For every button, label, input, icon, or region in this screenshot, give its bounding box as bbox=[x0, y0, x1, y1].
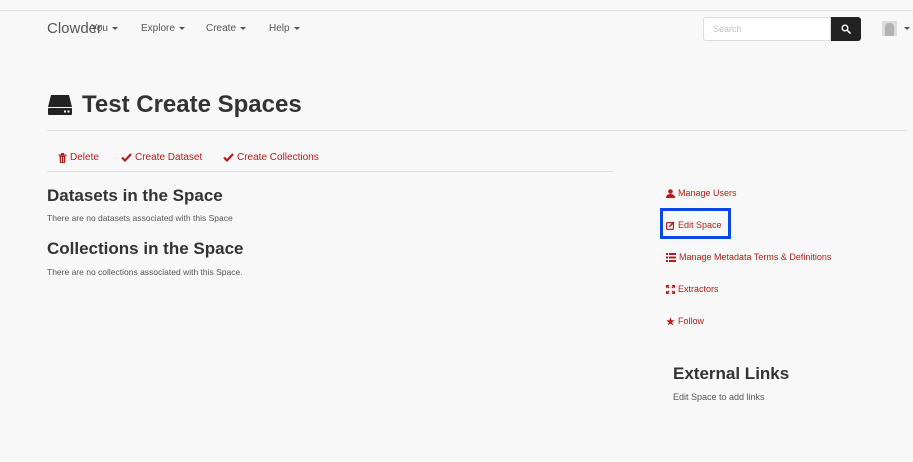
star-icon bbox=[666, 316, 675, 325]
trash-icon bbox=[58, 152, 67, 163]
nav-menu-help[interactable]: Help bbox=[269, 23, 300, 34]
user-icon bbox=[666, 188, 675, 198]
nav-menu-explore-label: Explore bbox=[141, 23, 175, 34]
collections-empty-text: There are no collections associated with… bbox=[47, 267, 243, 277]
external-links-text: Edit Space to add links bbox=[673, 392, 765, 402]
extractors-link[interactable]: Extractors bbox=[666, 284, 719, 294]
top-navbar: Clowder You Explore Create Help bbox=[0, 10, 913, 47]
edit-space-link[interactable]: Edit Space bbox=[666, 220, 722, 230]
list-icon bbox=[666, 252, 676, 262]
divider bbox=[47, 130, 907, 131]
page-title: Test Create Spaces bbox=[82, 91, 302, 118]
search-icon bbox=[841, 24, 851, 34]
delete-button-label: Delete bbox=[70, 152, 99, 163]
create-collections-button[interactable]: Create Collections bbox=[223, 152, 319, 163]
create-collections-label: Create Collections bbox=[237, 152, 319, 163]
check-icon bbox=[121, 153, 132, 162]
hard-drive-icon bbox=[48, 95, 72, 115]
manage-users-link[interactable]: Manage Users bbox=[666, 188, 737, 198]
create-dataset-label: Create Dataset bbox=[135, 152, 203, 163]
edit-icon bbox=[666, 220, 675, 230]
nav-menu-create[interactable]: Create bbox=[206, 23, 247, 34]
manage-metadata-link[interactable]: Manage Metadata Terms & Definitions bbox=[666, 252, 831, 262]
delete-button[interactable]: Delete bbox=[58, 152, 99, 163]
chevron-down-icon bbox=[178, 26, 185, 30]
user-icon bbox=[885, 23, 894, 36]
nav-menu-create-label: Create bbox=[206, 23, 237, 34]
follow-button[interactable]: Follow bbox=[666, 316, 704, 326]
chevron-down-icon bbox=[293, 26, 300, 30]
create-dataset-button[interactable]: Create Dataset bbox=[121, 152, 202, 163]
datasets-empty-text: There are no datasets associated with th… bbox=[47, 213, 233, 223]
nav-menu-help-label: Help bbox=[269, 23, 290, 34]
datasets-heading: Datasets in the Space bbox=[47, 186, 223, 205]
nav-menu-you-label: You bbox=[91, 23, 108, 34]
nav-menu-you[interactable]: You bbox=[91, 23, 118, 34]
manage-users-label: Manage Users bbox=[678, 188, 737, 198]
collections-heading: Collections in the Space bbox=[47, 239, 244, 258]
chevron-down-icon bbox=[111, 26, 118, 30]
search-input[interactable] bbox=[703, 17, 831, 41]
chevron-down-icon[interactable] bbox=[904, 27, 910, 30]
divider bbox=[47, 171, 613, 172]
external-links-heading: External Links bbox=[673, 364, 790, 383]
page-header: Test Create Spaces bbox=[47, 91, 302, 119]
search-button[interactable] bbox=[831, 17, 861, 41]
fullscreen-icon bbox=[666, 284, 675, 294]
chevron-down-icon bbox=[240, 26, 247, 30]
nav-menu-explore[interactable]: Explore bbox=[141, 23, 185, 34]
avatar[interactable] bbox=[882, 21, 897, 36]
check-icon bbox=[223, 153, 234, 162]
follow-label: Follow bbox=[678, 316, 705, 326]
edit-space-label: Edit Space bbox=[678, 220, 722, 230]
extractors-label: Extractors bbox=[678, 284, 719, 294]
manage-metadata-label: Manage Metadata Terms & Definitions bbox=[679, 252, 832, 262]
